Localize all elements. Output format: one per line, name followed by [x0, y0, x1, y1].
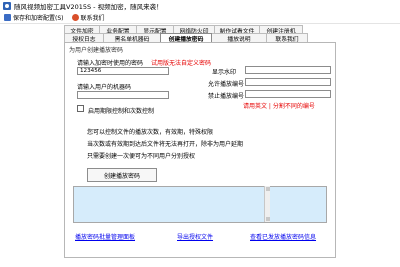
password-label: 请输入加密时使用的密码 — [77, 60, 144, 67]
toolbar: 保存和加密配置(S) 联系我们 — [0, 12, 400, 24]
info-line-1: 您可以控制文件的播放次数，有效期，特殊权限 — [87, 129, 214, 136]
password-hint: 试用版无法自定义密码 — [151, 60, 212, 67]
output-scrollbar[interactable] — [264, 186, 270, 222]
limit-control-label: 启用期限控制和次数控制 — [88, 108, 155, 115]
limit-control-checkbox[interactable] — [77, 105, 84, 112]
save-config-button[interactable]: 保存和加密配置(S) — [4, 13, 64, 22]
query-password-info-link[interactable]: 查看已发放播放密码信息 — [250, 232, 316, 241]
password-input[interactable]: 123456 — [77, 67, 169, 75]
tab-blacklist[interactable]: 黑名单机器码 — [103, 33, 161, 43]
watermark-label: 显示水印 — [212, 69, 237, 76]
contact-label: 联系我们 — [80, 15, 105, 22]
group-title: 为用户创建播放密码 — [69, 47, 124, 54]
save-config-label: 保存和加密配置(S) — [13, 15, 64, 22]
create-password-button[interactable]: 创建播放密码 — [87, 168, 157, 182]
batch-manage-link[interactable]: 播放密码批量管理面板 — [75, 232, 135, 241]
app-icon — [3, 2, 11, 10]
tab-auth-log[interactable]: 授权日志 — [64, 33, 104, 43]
window-title: 随风视频加密工具V2015S - 视频加密，随风来袭！ — [14, 3, 163, 11]
save-icon — [4, 14, 11, 21]
forbid-number-input[interactable] — [245, 90, 331, 98]
create-password-panel: 为用户创建播放密码 请输入加密时使用的密码 试用版无法自定义密码 123456 … — [64, 42, 336, 258]
machine-code-input[interactable] — [77, 91, 169, 99]
tab-row-2: 授权日志 黑名单机器码 创建播放密码 播放说明 联系我们 — [64, 33, 308, 43]
contact-button[interactable]: 联系我们 — [71, 13, 105, 22]
tab-play-instructions[interactable]: 播放说明 — [211, 33, 267, 43]
password-output-area[interactable] — [73, 186, 327, 223]
allow-number-input[interactable] — [245, 78, 331, 86]
tab-create-play-password[interactable]: 创建播放密码 — [160, 33, 212, 43]
contact-icon — [71, 14, 79, 21]
forbid-number-label: 禁止播放编号 — [208, 93, 245, 100]
separator-hint: 请用英文 | 分割不同的编号 — [243, 103, 315, 110]
watermark-input[interactable] — [245, 66, 331, 74]
info-line-2: 当次数或有效期到达后文件将无法再打开，除非为用户延期 — [87, 141, 244, 148]
allow-number-label: 允许播放编号 — [208, 81, 245, 88]
export-auth-file-link[interactable]: 导出授权文件 — [177, 232, 213, 241]
info-line-3: 只需要创建一次便可为不同用户分别授权 — [87, 153, 196, 160]
title-bar: 随风视频加密工具V2015S - 视频加密，随风来袭！ — [0, 0, 400, 12]
machine-code-label: 请输入用户的机器码 — [77, 84, 132, 91]
tab-contact-us[interactable]: 联系我们 — [266, 33, 308, 43]
